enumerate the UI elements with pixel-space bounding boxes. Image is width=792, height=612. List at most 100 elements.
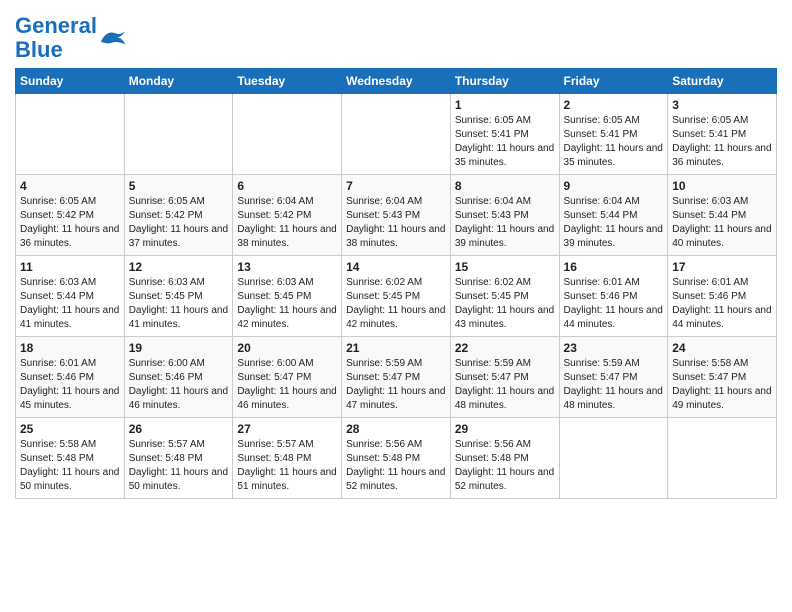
day-number: 23 <box>564 341 664 355</box>
day-info: Sunrise: 6:04 AMSunset: 5:43 PMDaylight:… <box>346 195 446 251</box>
calendar-cell: 13 Sunrise: 6:03 AMSunset: 5:45 PMDayligh… <box>233 256 342 337</box>
day-info: Sunrise: 6:04 AMSunset: 5:43 PMDaylight:… <box>455 195 555 251</box>
calendar-week-row: 25 Sunrise: 5:58 AMSunset: 5:48 PMDayligh… <box>16 418 777 499</box>
header-tuesday: Tuesday <box>233 69 342 94</box>
calendar-cell <box>124 94 233 175</box>
day-info: Sunrise: 5:59 AMSunset: 5:47 PMDaylight:… <box>455 357 555 413</box>
day-number: 16 <box>564 260 664 274</box>
calendar-cell: 15 Sunrise: 6:02 AMSunset: 5:45 PMDayligh… <box>450 256 559 337</box>
day-number: 19 <box>129 341 229 355</box>
calendar-cell: 24 Sunrise: 5:58 AMSunset: 5:47 PMDayligh… <box>668 337 777 418</box>
calendar-cell: 21 Sunrise: 5:59 AMSunset: 5:47 PMDayligh… <box>342 337 451 418</box>
day-info: Sunrise: 6:03 AMSunset: 5:45 PMDaylight:… <box>237 276 337 332</box>
calendar-cell <box>559 418 668 499</box>
day-info: Sunrise: 6:05 AMSunset: 5:42 PMDaylight:… <box>129 195 229 251</box>
day-number: 10 <box>672 179 772 193</box>
day-info: Sunrise: 6:03 AMSunset: 5:44 PMDaylight:… <box>20 276 120 332</box>
day-info: Sunrise: 5:56 AMSunset: 5:48 PMDaylight:… <box>455 438 555 494</box>
header-wednesday: Wednesday <box>342 69 451 94</box>
day-number: 6 <box>237 179 337 193</box>
calendar-cell: 3 Sunrise: 6:05 AMSunset: 5:41 PMDaylight… <box>668 94 777 175</box>
calendar-cell: 23 Sunrise: 5:59 AMSunset: 5:47 PMDayligh… <box>559 337 668 418</box>
day-number: 13 <box>237 260 337 274</box>
day-number: 25 <box>20 422 120 436</box>
day-number: 8 <box>455 179 555 193</box>
calendar-cell: 11 Sunrise: 6:03 AMSunset: 5:44 PMDayligh… <box>16 256 125 337</box>
day-number: 20 <box>237 341 337 355</box>
header-friday: Friday <box>559 69 668 94</box>
calendar-cell: 12Sunrise: 6:03 AMSunset: 5:45 PMDayligh… <box>124 256 233 337</box>
day-info: Sunrise: 6:01 AMSunset: 5:46 PMDaylight:… <box>564 276 664 332</box>
day-info: Sunrise: 6:04 AMSunset: 5:42 PMDaylight:… <box>237 195 337 251</box>
day-info: Sunrise: 5:58 AMSunset: 5:48 PMDaylight:… <box>20 438 120 494</box>
day-info: Sunrise: 6:04 AMSunset: 5:44 PMDaylight:… <box>564 195 664 251</box>
day-info: Sunrise: 6:00 AMSunset: 5:46 PMDaylight:… <box>129 357 229 413</box>
day-info: Sunrise: 6:05 AMSunset: 5:42 PMDaylight:… <box>20 195 120 251</box>
day-info: Sunrise: 5:59 AMSunset: 5:47 PMDaylight:… <box>564 357 664 413</box>
logo: GeneralBlue <box>15 14 127 62</box>
calendar-cell <box>342 94 451 175</box>
day-info: Sunrise: 5:56 AMSunset: 5:48 PMDaylight:… <box>346 438 446 494</box>
day-info: Sunrise: 6:02 AMSunset: 5:45 PMDaylight:… <box>455 276 555 332</box>
calendar-cell: 20 Sunrise: 6:00 AMSunset: 5:47 PMDayligh… <box>233 337 342 418</box>
day-number: 9 <box>564 179 664 193</box>
calendar-week-row: 18Sunrise: 6:01 AMSunset: 5:46 PMDayligh… <box>16 337 777 418</box>
header-sunday: Sunday <box>16 69 125 94</box>
day-info: Sunrise: 6:05 AMSunset: 5:41 PMDaylight:… <box>455 114 555 170</box>
header-saturday: Saturday <box>668 69 777 94</box>
day-number: 28 <box>346 422 446 436</box>
day-info: Sunrise: 5:57 AMSunset: 5:48 PMDaylight:… <box>129 438 229 494</box>
day-info: Sunrise: 6:02 AMSunset: 5:45 PMDaylight:… <box>346 276 446 332</box>
calendar-cell <box>233 94 342 175</box>
calendar-cell: 1 Sunrise: 6:05 AMSunset: 5:41 PMDaylight… <box>450 94 559 175</box>
day-number: 11 <box>20 260 120 274</box>
day-number: 14 <box>346 260 446 274</box>
day-number: 2 <box>564 98 664 112</box>
page-header: GeneralBlue <box>15 10 777 62</box>
calendar-cell: 10 Sunrise: 6:03 AMSunset: 5:44 PMDayligh… <box>668 175 777 256</box>
calendar-cell: 14 Sunrise: 6:02 AMSunset: 5:45 PMDayligh… <box>342 256 451 337</box>
day-number: 1 <box>455 98 555 112</box>
header-monday: Monday <box>124 69 233 94</box>
calendar-cell: 2Sunrise: 6:05 AMSunset: 5:41 PMDaylight… <box>559 94 668 175</box>
day-info: Sunrise: 6:01 AMSunset: 5:46 PMDaylight:… <box>672 276 772 332</box>
calendar-cell: 6 Sunrise: 6:04 AMSunset: 5:42 PMDaylight… <box>233 175 342 256</box>
calendar-table: SundayMondayTuesdayWednesdayThursdayFrid… <box>15 68 777 499</box>
calendar-cell: 16 Sunrise: 6:01 AMSunset: 5:46 PMDayligh… <box>559 256 668 337</box>
day-number: 4 <box>20 179 120 193</box>
day-number: 7 <box>346 179 446 193</box>
calendar-cell: 19 Sunrise: 6:00 AMSunset: 5:46 PMDayligh… <box>124 337 233 418</box>
calendar-cell: 27Sunrise: 5:57 AMSunset: 5:48 PMDayligh… <box>233 418 342 499</box>
day-info: Sunrise: 5:59 AMSunset: 5:47 PMDaylight:… <box>346 357 446 413</box>
day-info: Sunrise: 6:03 AMSunset: 5:44 PMDaylight:… <box>672 195 772 251</box>
logo-text: GeneralBlue <box>15 14 97 62</box>
day-number: 17 <box>672 260 772 274</box>
calendar-week-row: 4 Sunrise: 6:05 AMSunset: 5:42 PMDaylight… <box>16 175 777 256</box>
calendar-week-row: 1 Sunrise: 6:05 AMSunset: 5:41 PMDaylight… <box>16 94 777 175</box>
calendar-cell: 28 Sunrise: 5:56 AMSunset: 5:48 PMDayligh… <box>342 418 451 499</box>
day-number: 3 <box>672 98 772 112</box>
day-info: Sunrise: 6:03 AMSunset: 5:45 PMDaylight:… <box>129 276 229 332</box>
day-number: 15 <box>455 260 555 274</box>
calendar-cell: 4 Sunrise: 6:05 AMSunset: 5:42 PMDaylight… <box>16 175 125 256</box>
calendar-cell: 18Sunrise: 6:01 AMSunset: 5:46 PMDayligh… <box>16 337 125 418</box>
day-info: Sunrise: 5:58 AMSunset: 5:47 PMDaylight:… <box>672 357 772 413</box>
header-thursday: Thursday <box>450 69 559 94</box>
day-number: 18 <box>20 341 120 355</box>
calendar-week-row: 11 Sunrise: 6:03 AMSunset: 5:44 PMDayligh… <box>16 256 777 337</box>
day-info: Sunrise: 5:57 AMSunset: 5:48 PMDaylight:… <box>237 438 337 494</box>
logo-bird-icon <box>99 27 127 49</box>
day-info: Sunrise: 6:00 AMSunset: 5:47 PMDaylight:… <box>237 357 337 413</box>
calendar-cell <box>16 94 125 175</box>
day-number: 24 <box>672 341 772 355</box>
calendar-cell: 5 Sunrise: 6:05 AMSunset: 5:42 PMDaylight… <box>124 175 233 256</box>
day-number: 22 <box>455 341 555 355</box>
calendar-cell: 22 Sunrise: 5:59 AMSunset: 5:47 PMDayligh… <box>450 337 559 418</box>
day-number: 21 <box>346 341 446 355</box>
day-number: 26 <box>129 422 229 436</box>
day-info: Sunrise: 6:05 AMSunset: 5:41 PMDaylight:… <box>672 114 772 170</box>
calendar-cell <box>668 418 777 499</box>
calendar-cell: 17 Sunrise: 6:01 AMSunset: 5:46 PMDayligh… <box>668 256 777 337</box>
calendar-header-row: SundayMondayTuesdayWednesdayThursdayFrid… <box>16 69 777 94</box>
day-number: 5 <box>129 179 229 193</box>
